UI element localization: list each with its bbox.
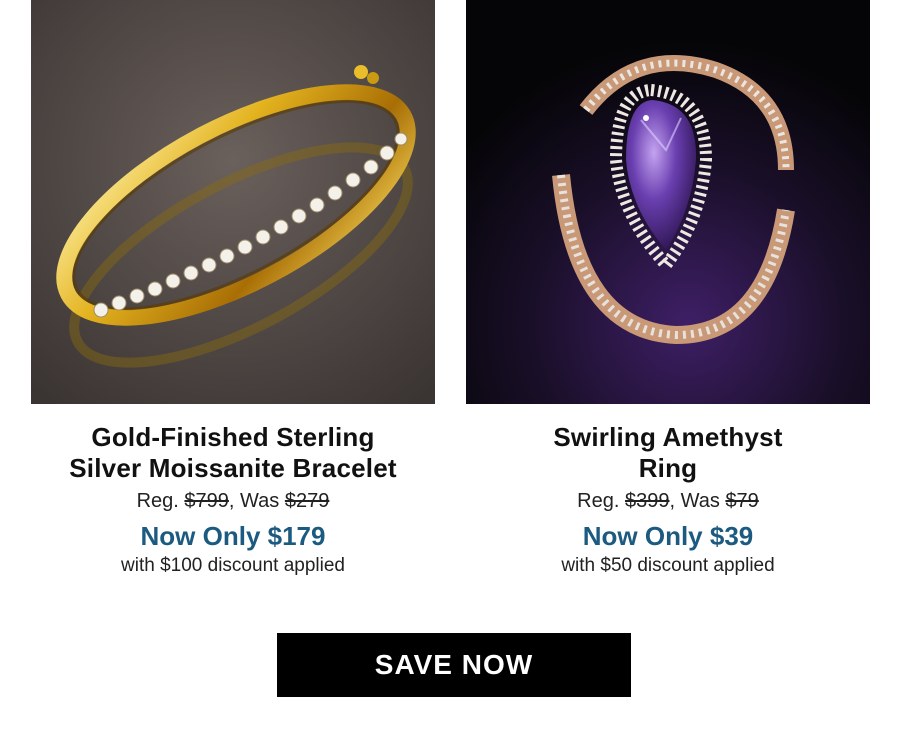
price-history: Reg. $799, Was $279: [136, 490, 330, 512]
discount-note: with $50 discount applied: [561, 555, 775, 576]
product-title[interactable]: Gold-Finished Sterling Silver Moissanite…: [31, 422, 435, 484]
now-price: Now Only $39: [582, 521, 754, 551]
product-card-bracelet[interactable]: Gold-Finished Sterling Silver Moissanite…: [31, 0, 435, 578]
product-title-line2[interactable]: Ring: [466, 453, 870, 484]
product-title-line1[interactable]: Swirling Amethyst: [466, 422, 870, 453]
now-price: Now Only $179: [140, 521, 326, 551]
was-label: Was: [680, 490, 720, 512]
was-price: $79: [725, 490, 759, 512]
price-history: Reg. $399, Was $79: [577, 490, 759, 512]
save-now-button[interactable]: SAVE NOW: [277, 633, 631, 697]
ring-product-image[interactable]: [466, 0, 870, 404]
was-label: Was: [240, 490, 280, 512]
product-title[interactable]: Swirling Amethyst Ring: [466, 422, 870, 484]
product-card-ring[interactable]: Swirling Amethyst Ring Reg. $399, Was $7…: [466, 0, 870, 578]
reg-label: Reg.: [577, 490, 620, 512]
product-title-line2[interactable]: Silver Moissanite Bracelet: [31, 453, 435, 484]
reg-label: Reg.: [136, 490, 179, 512]
discount-note: with $100 discount applied: [121, 555, 345, 576]
product-title-line1[interactable]: Gold-Finished Sterling: [31, 422, 435, 453]
was-price: $279: [284, 490, 330, 512]
reg-price: $799: [184, 490, 229, 512]
bracelet-product-image[interactable]: [31, 0, 435, 404]
reg-price: $399: [624, 490, 670, 512]
